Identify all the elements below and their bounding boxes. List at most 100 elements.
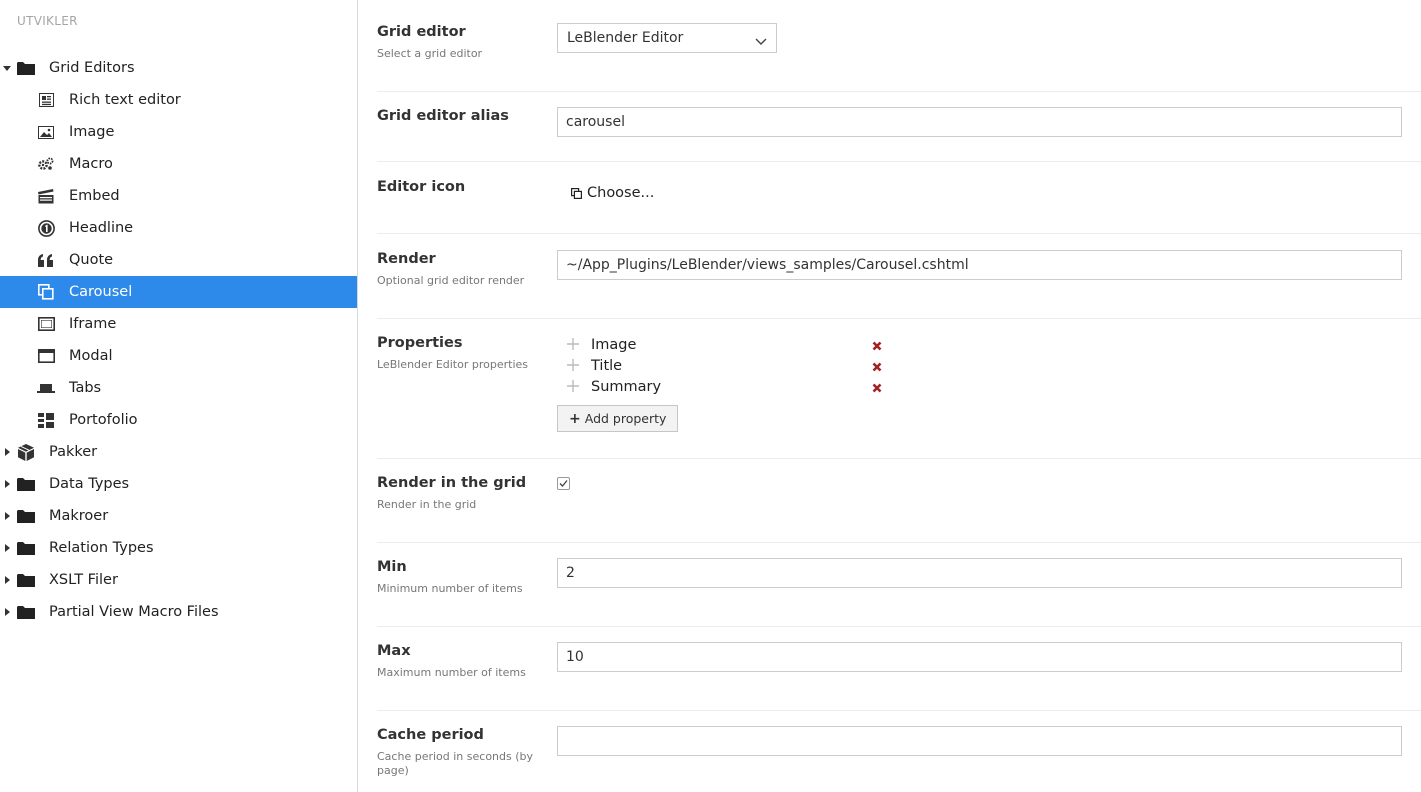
tree-item-label: Macro: [69, 156, 113, 172]
caret-right-icon[interactable]: [3, 608, 11, 616]
headline-icon: [37, 219, 55, 237]
tree-item-modal[interactable]: Modal: [0, 340, 357, 372]
drag-handle-icon[interactable]: [567, 338, 579, 354]
tree-item-label: Makroer: [49, 508, 109, 524]
image-icon: [37, 123, 55, 141]
tree-item-label: Iframe: [69, 316, 117, 332]
folder-icon: [17, 571, 35, 589]
property-description: Maximum number of items: [377, 666, 526, 679]
property-item-label: Title: [591, 358, 623, 374]
property-alias: Grid editor alias: [377, 92, 1421, 162]
grid-editor-select-value: LeBlender Editor: [567, 30, 684, 46]
sidebar: UTVIKLER Grid Editors Rich text editor I…: [0, 0, 358, 792]
folder-icon: [17, 507, 35, 525]
section-title: UTVIKLER: [17, 14, 78, 28]
alias-input[interactable]: [557, 107, 1402, 137]
max-input[interactable]: [557, 642, 1402, 672]
iframe-icon: [37, 315, 55, 333]
property-item: Image: [567, 335, 887, 355]
tree-item-label: Embed: [69, 188, 120, 204]
tree-item-tabs[interactable]: Tabs: [0, 372, 357, 404]
tree-item-quote[interactable]: Quote: [0, 244, 357, 276]
tree-item-label: Quote: [69, 252, 114, 268]
add-property-label: Add property: [584, 411, 667, 426]
tree-item-label: Relation Types: [49, 540, 154, 556]
tree-item-label: Image: [69, 124, 115, 140]
tree-item-iframe[interactable]: Iframe: [0, 308, 357, 340]
carousel-icon: [37, 283, 55, 301]
caret-right-icon[interactable]: [3, 448, 11, 456]
tree-item-macro[interactable]: Macro: [0, 148, 357, 180]
tree-item-label: Modal: [69, 348, 113, 364]
tree-item-embed[interactable]: Embed: [0, 180, 357, 212]
tabs-icon: [37, 379, 55, 397]
modal-icon: [37, 347, 55, 365]
property-cache-period: Cache period Cache period in seconds (by…: [377, 711, 1421, 792]
add-property-button[interactable]: + Add property: [557, 405, 679, 432]
caret-right-icon[interactable]: [3, 480, 11, 488]
tree-item-label: Pakker: [49, 444, 98, 460]
tree-item-xslt-filer[interactable]: XSLT Filer: [0, 564, 357, 596]
property-description: Cache period in seconds (by page): [377, 750, 534, 777]
property-description: Minimum number of items: [377, 582, 523, 595]
grid-editor-select[interactable]: LeBlender Editor: [557, 23, 777, 53]
folder-icon: [17, 603, 35, 621]
tree-item-rich-text-editor[interactable]: Rich text editor: [0, 84, 357, 116]
tree-item-partial-view-macro-files[interactable]: Partial View Macro Files: [0, 596, 357, 628]
folder-icon: [17, 59, 35, 77]
property-label: Properties: [377, 335, 463, 351]
drag-handle-icon[interactable]: [567, 359, 579, 375]
film-icon: [37, 187, 55, 205]
property-label: Grid editor: [377, 24, 466, 40]
property-render: Render Optional grid editor render: [377, 234, 1421, 319]
cache-period-input[interactable]: [557, 726, 1402, 756]
tree-item-data-types[interactable]: Data Types: [0, 468, 357, 500]
property-item-label: Summary: [591, 379, 662, 395]
remove-icon[interactable]: [872, 381, 882, 397]
caret-right-icon[interactable]: [3, 544, 11, 552]
tree-item-label: Tabs: [69, 380, 102, 396]
tree-item-label: Rich text editor: [69, 92, 181, 108]
checkmark-icon: [559, 480, 568, 487]
tree-item-relation-types[interactable]: Relation Types: [0, 532, 357, 564]
tree-item-carousel[interactable]: Carousel: [0, 276, 357, 308]
render-in-grid-checkbox[interactable]: [557, 477, 570, 490]
property-item: Title: [567, 356, 887, 376]
folder-icon: [17, 539, 35, 557]
gears-icon: [37, 155, 55, 173]
caret-right-icon[interactable]: [3, 512, 11, 520]
portfolio-icon: [37, 411, 55, 429]
property-max: Max Maximum number of items: [377, 627, 1421, 711]
tree-item-label: XSLT Filer: [49, 572, 118, 588]
property-description: Render in the grid: [377, 498, 477, 511]
caret-down-icon[interactable]: [3, 64, 11, 72]
property-label: Min: [377, 559, 407, 575]
remove-icon[interactable]: [872, 339, 882, 355]
choose-icon-button[interactable]: Choose...: [571, 185, 654, 201]
tree-item-headline[interactable]: Headline: [0, 212, 357, 244]
property-label: Editor icon: [377, 179, 466, 195]
choose-label: Choose...: [587, 185, 655, 201]
tree-item-label: Portofolio: [69, 412, 138, 428]
rich-text-icon: [37, 91, 55, 109]
tree-item-makroer[interactable]: Makroer: [0, 500, 357, 532]
chevron-down-icon: [755, 34, 767, 50]
min-input[interactable]: [557, 558, 1402, 588]
caret-right-icon[interactable]: [3, 576, 11, 584]
property-render-in-grid: Render in the grid Render in the grid: [377, 459, 1421, 543]
tree-item-portofolio[interactable]: Portofolio: [0, 404, 357, 436]
tree-item-label: Headline: [69, 220, 134, 236]
property-properties: Properties LeBlender Editor properties I…: [377, 319, 1421, 459]
tree-item-grid-editors[interactable]: Grid Editors: [0, 52, 357, 84]
property-grid-editor: Grid editor Select a grid editor LeBlend…: [377, 0, 1421, 92]
property-label: Max: [377, 643, 411, 659]
plus-icon: +: [569, 410, 581, 427]
property-editor-icon: Editor icon Choose...: [377, 162, 1421, 234]
drag-handle-icon[interactable]: [567, 380, 579, 396]
remove-icon[interactable]: [872, 360, 882, 376]
quote-icon: [37, 251, 55, 269]
tree-item-pakker[interactable]: Pakker: [0, 436, 357, 468]
render-path-input[interactable]: [557, 250, 1402, 280]
tree-item-image[interactable]: Image: [0, 116, 357, 148]
tree-item-label: Data Types: [49, 476, 130, 492]
